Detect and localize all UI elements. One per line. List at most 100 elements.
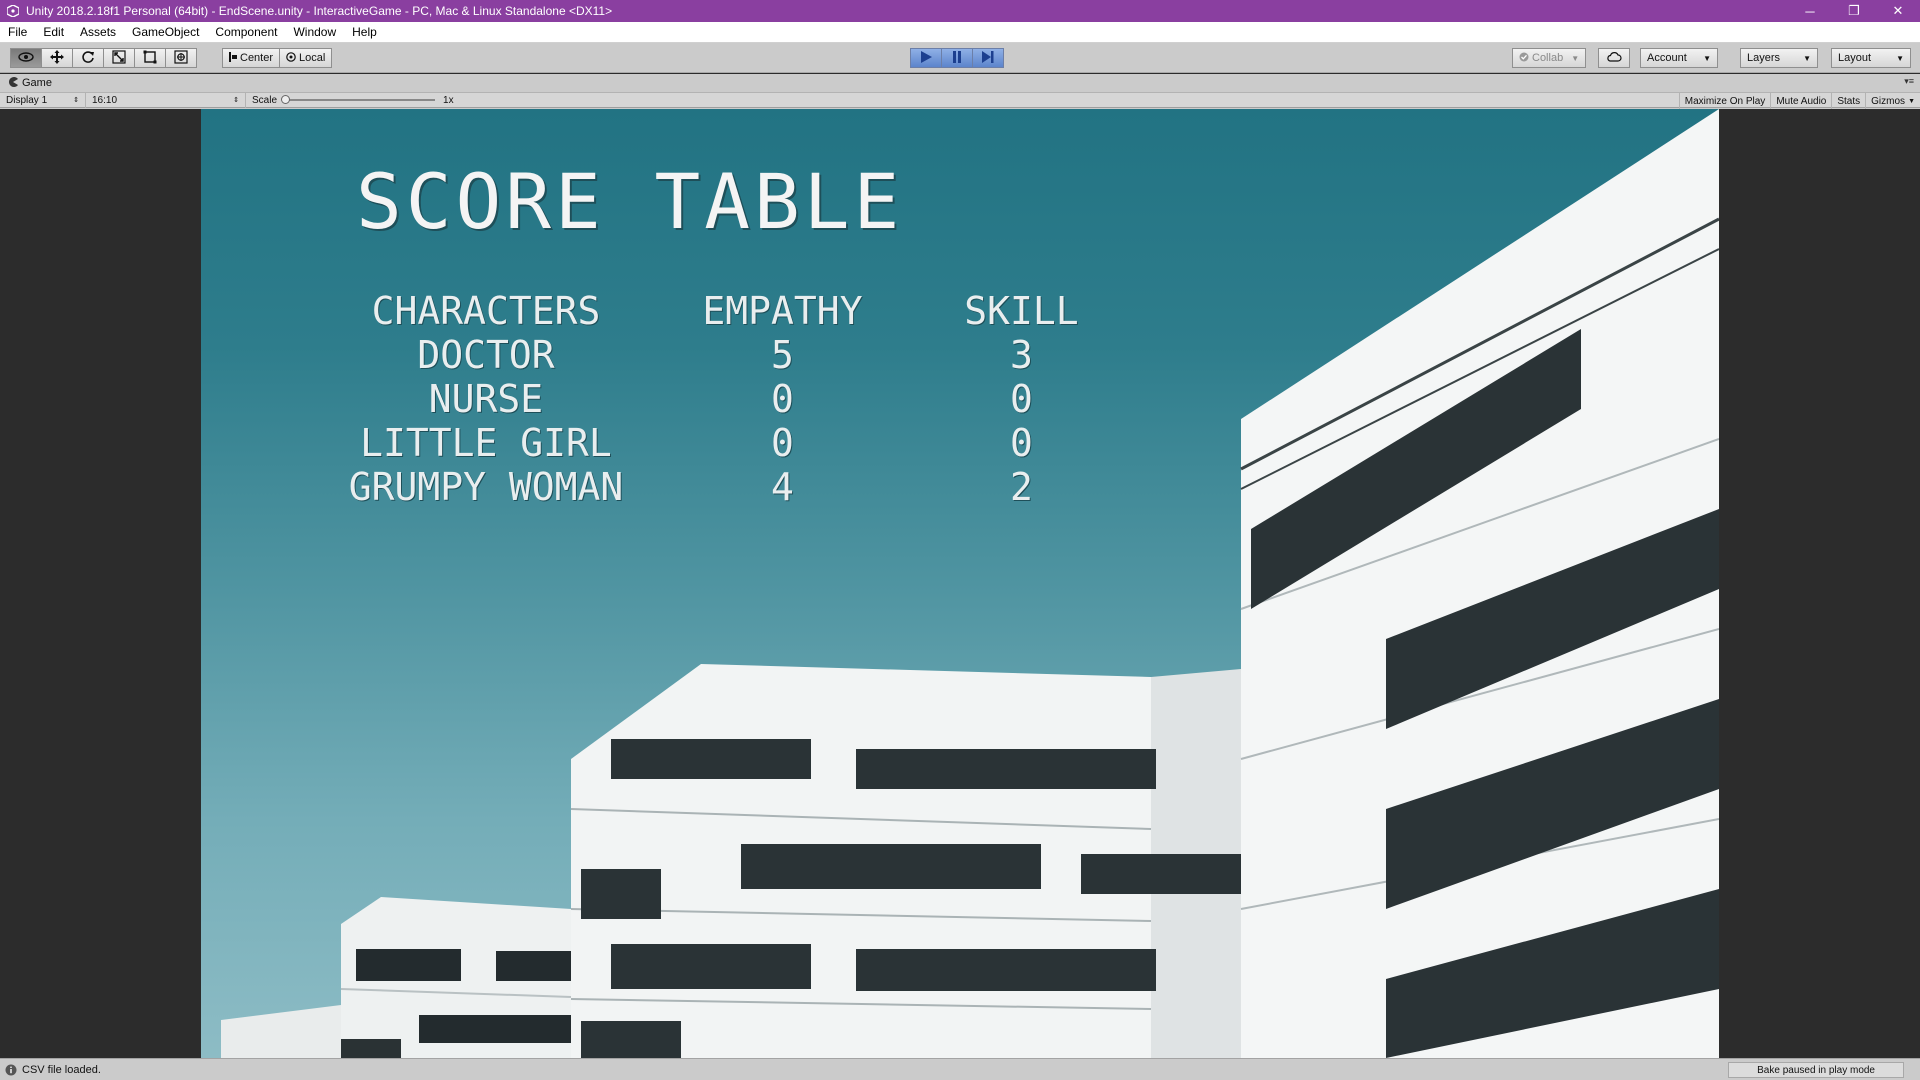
scale-label: Scale [252, 94, 278, 106]
game-view: SCORE TABLE CHARACTERS EMPATHY SKILL DOC… [0, 109, 1920, 1058]
character-name: DOCTOR [417, 333, 555, 377]
dropdown-caret-icon: ▼ [1803, 53, 1811, 63]
table-row: NURSE 0 0 [341, 377, 1109, 421]
dropdown-caret-icon: ▼ [1571, 53, 1580, 63]
layers-dropdown[interactable]: Layers ▼ [1740, 48, 1818, 68]
score-table-title: SCORE TABLE [356, 157, 904, 246]
mute-audio-toggle[interactable]: Mute Audio [1770, 93, 1831, 109]
collab-label: Collab [1532, 52, 1564, 64]
scale-control: Scale 1x [246, 92, 460, 108]
scale-tool-button[interactable] [103, 48, 135, 68]
character-name: NURSE [428, 377, 544, 421]
aspect-dropdown[interactable]: 16:10 ⇕ [86, 92, 246, 108]
step-icon [982, 50, 994, 66]
bake-status: Bake paused in play mode [1728, 1062, 1904, 1078]
step-button[interactable] [972, 48, 1004, 68]
dropdown-caret-icon: ▼ [1703, 53, 1711, 63]
cloud-icon [1606, 51, 1622, 65]
layout-dropdown[interactable]: Layout ▼ [1831, 48, 1911, 68]
game-canvas[interactable]: SCORE TABLE CHARACTERS EMPATHY SKILL DOC… [201, 109, 1719, 1058]
character-name: LITTLE GIRL [360, 421, 612, 465]
move-tool-button[interactable] [41, 48, 73, 68]
skill-score: 0 [1010, 377, 1033, 421]
menu-window[interactable]: Window [285, 22, 344, 43]
panel-menu-icon[interactable]: ▾≡ [1904, 76, 1914, 87]
game-panel-header: Game ▾≡ Display 1 ⇕ 16:10 ⇕ Scale 1x Max… [0, 74, 1920, 109]
header-empathy: EMPATHY [702, 289, 863, 333]
tab-game-label: Game [22, 77, 52, 89]
display-label: Display 1 [6, 94, 48, 106]
unity-logo-icon [6, 4, 20, 18]
transform-tool-button[interactable] [165, 48, 197, 68]
building-background-image [221, 109, 1719, 1058]
cloud-button[interactable] [1598, 48, 1630, 68]
empathy-score: 0 [771, 421, 794, 465]
collab-dropdown[interactable]: Collab ▼ [1512, 48, 1586, 68]
pivot-rotation-toggle[interactable]: Local [279, 48, 333, 68]
empathy-score: 0 [771, 377, 794, 421]
menu-assets[interactable]: Assets [72, 22, 124, 43]
table-row: GRUMPY WOMAN 4 2 [341, 465, 1109, 509]
pivot-center-toggle[interactable]: Center [222, 48, 281, 68]
minimize-button[interactable]: ─ [1788, 0, 1832, 22]
collab-controls: Collab ▼ [1512, 48, 1586, 68]
tab-game[interactable]: Game [0, 76, 52, 90]
layers-controls: Layers ▼ [1740, 48, 1818, 68]
transform-icon [174, 49, 188, 67]
pivot-center-label: Center [240, 52, 274, 64]
rotate-icon [81, 50, 95, 67]
pivot-toggles: Center Local [222, 48, 333, 68]
layers-label: Layers [1747, 52, 1781, 64]
score-table: CHARACTERS EMPATHY SKILL DOCTOR 5 3 NURS… [341, 289, 1109, 509]
dropdown-caret-icon: ⇕ [233, 97, 239, 104]
aspect-label: 16:10 [92, 94, 118, 106]
maximize-on-play-toggle[interactable]: Maximize On Play [1678, 93, 1771, 109]
skill-score: 0 [1010, 421, 1033, 465]
info-icon [4, 1063, 18, 1077]
dropdown-caret-icon: ▼ [1896, 53, 1904, 63]
restore-button[interactable]: ❐ [1832, 0, 1876, 22]
eye-icon [18, 51, 34, 65]
status-message: CSV file loaded. [22, 1063, 101, 1076]
checkmark-icon [1519, 52, 1529, 65]
play-button[interactable] [910, 48, 942, 68]
account-label: Account [1647, 52, 1687, 64]
close-button[interactable]: ✕ [1876, 0, 1920, 22]
stats-toggle[interactable]: Stats [1831, 93, 1865, 109]
header-skill: SKILL [964, 289, 1079, 333]
scale-slider[interactable] [281, 95, 436, 104]
scale-slider-knob[interactable] [281, 95, 291, 104]
scale-icon [112, 49, 126, 67]
rect-tool-button[interactable] [134, 48, 166, 68]
header-characters: CHARACTERS [371, 289, 601, 333]
menu-file[interactable]: File [0, 22, 35, 43]
layout-label: Layout [1838, 52, 1872, 64]
play-icon [920, 50, 932, 66]
transform-tools [10, 48, 197, 68]
menu-gameobject[interactable]: GameObject [124, 22, 207, 43]
menu-help[interactable]: Help [344, 22, 385, 43]
pivot-icon [229, 51, 237, 65]
window-titlebar: Unity 2018.2.18f1 Personal (64bit) - End… [0, 0, 1920, 22]
menu-component[interactable]: Component [207, 22, 285, 43]
move-arrows-icon [50, 49, 64, 67]
view-tool-button[interactable] [10, 48, 42, 68]
menu-bar: File Edit Assets GameObject Component Wi… [0, 22, 1920, 43]
dropdown-caret-icon: ⇕ [73, 97, 79, 104]
pivot-rotation-label: Local [299, 52, 326, 64]
status-bar[interactable]: CSV file loaded. Bake paused in play mod… [0, 1058, 1920, 1080]
gizmos-dropdown[interactable]: Gizmos ▼ [1865, 93, 1920, 109]
scale-value: 1x [443, 94, 454, 106]
skill-score: 2 [1010, 465, 1033, 509]
menu-edit[interactable]: Edit [35, 22, 72, 43]
window-title: Unity 2018.2.18f1 Personal (64bit) - End… [26, 4, 613, 18]
display-dropdown[interactable]: Display 1 ⇕ [0, 92, 86, 108]
layout-controls: Layout ▼ [1831, 48, 1911, 68]
pause-button[interactable] [941, 48, 973, 68]
table-row: LITTLE GIRL 0 0 [341, 421, 1109, 465]
cloud-controls [1598, 48, 1630, 68]
score-table-header-row: CHARACTERS EMPATHY SKILL [341, 289, 1109, 333]
rotate-tool-button[interactable] [72, 48, 104, 68]
empathy-score: 4 [771, 465, 794, 509]
account-dropdown[interactable]: Account ▼ [1640, 48, 1718, 68]
